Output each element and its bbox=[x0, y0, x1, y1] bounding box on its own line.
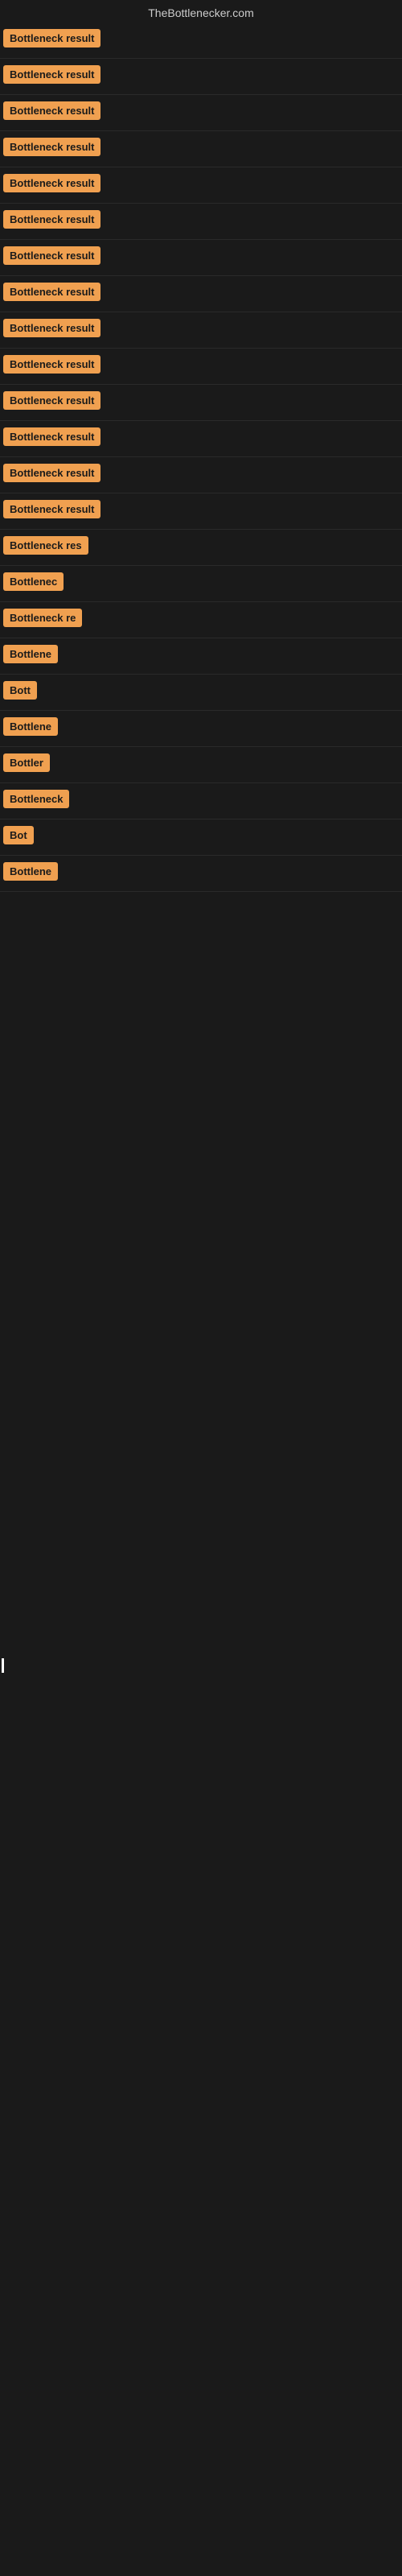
bottleneck-result-tag[interactable]: Bottleneck result bbox=[3, 319, 100, 337]
bottleneck-result-tag[interactable]: Bottler bbox=[3, 753, 50, 772]
result-row[interactable]: Bottleneck result bbox=[0, 240, 402, 276]
result-row[interactable]: Bottleneck result bbox=[0, 421, 402, 457]
trailing-space bbox=[0, 1375, 402, 1858]
result-row[interactable]: Bottleneck result bbox=[0, 493, 402, 530]
result-row[interactable]: Bottlene bbox=[0, 856, 402, 892]
result-row[interactable]: Bottlene bbox=[0, 638, 402, 675]
bottleneck-result-tag[interactable]: Bot bbox=[3, 826, 34, 844]
site-header: TheBottlenecker.com bbox=[0, 0, 402, 23]
result-row[interactable]: Bottleneck result bbox=[0, 349, 402, 385]
bottleneck-result-tag[interactable]: Bottleneck re bbox=[3, 609, 82, 627]
result-row[interactable]: Bottleneck result bbox=[0, 131, 402, 167]
result-row[interactable]: Bottleneck re bbox=[0, 602, 402, 638]
bottleneck-result-tag[interactable]: Bottleneck result bbox=[3, 101, 100, 120]
result-row[interactable]: Bottleneck result bbox=[0, 167, 402, 204]
result-row[interactable]: Bottlenec bbox=[0, 566, 402, 602]
bottleneck-result-tag[interactable]: Bottleneck result bbox=[3, 138, 100, 156]
results-list: Bottleneck result Bottleneck result Bottle… bbox=[0, 23, 402, 892]
result-row[interactable]: Bottleneck result bbox=[0, 457, 402, 493]
bottleneck-result-tag[interactable]: Bottleneck result bbox=[3, 210, 100, 229]
bottleneck-result-tag[interactable]: Bottleneck result bbox=[3, 29, 100, 47]
bottleneck-result-tag[interactable]: Bottleneck result bbox=[3, 174, 100, 192]
bottleneck-result-tag[interactable]: Bottleneck result bbox=[3, 427, 100, 446]
empty-space bbox=[0, 892, 402, 1375]
result-row[interactable]: Bot bbox=[0, 819, 402, 856]
result-row[interactable]: Bottleneck result bbox=[0, 59, 402, 95]
bottleneck-result-tag[interactable]: Bottleneck bbox=[3, 790, 69, 808]
bottleneck-result-tag[interactable]: Bottleneck result bbox=[3, 283, 100, 301]
result-row[interactable]: Bottleneck result bbox=[0, 276, 402, 312]
bottleneck-result-tag[interactable]: Bottlene bbox=[3, 645, 58, 663]
result-row[interactable]: Bottler bbox=[0, 747, 402, 783]
bottleneck-result-tag[interactable]: Bottleneck result bbox=[3, 65, 100, 84]
bottleneck-result-tag[interactable]: Bottlenec bbox=[3, 572, 64, 591]
bottleneck-result-tag[interactable]: Bott bbox=[3, 681, 37, 700]
result-row[interactable]: Bottleneck result bbox=[0, 204, 402, 240]
bottleneck-result-tag[interactable]: Bottleneck result bbox=[3, 500, 100, 518]
bottleneck-result-tag[interactable]: Bottlene bbox=[3, 862, 58, 881]
result-row[interactable]: Bottleneck result bbox=[0, 385, 402, 421]
bottleneck-result-tag[interactable]: Bottleneck res bbox=[3, 536, 88, 555]
bottleneck-result-tag[interactable]: Bottleneck result bbox=[3, 246, 100, 265]
result-row[interactable]: Bottleneck bbox=[0, 783, 402, 819]
result-row[interactable]: Bott bbox=[0, 675, 402, 711]
bottleneck-result-tag[interactable]: Bottleneck result bbox=[3, 355, 100, 374]
result-row[interactable]: Bottleneck res bbox=[0, 530, 402, 566]
result-row[interactable]: Bottleneck result bbox=[0, 23, 402, 59]
bottleneck-result-tag[interactable]: Bottlene bbox=[3, 717, 58, 736]
result-row[interactable]: Bottleneck result bbox=[0, 95, 402, 131]
site-title: TheBottlenecker.com bbox=[148, 6, 254, 19]
bottleneck-result-tag[interactable]: Bottleneck result bbox=[3, 391, 100, 410]
result-row[interactable]: Bottleneck result bbox=[0, 312, 402, 349]
bottleneck-result-tag[interactable]: Bottleneck result bbox=[3, 464, 100, 482]
cursor-indicator bbox=[2, 1658, 4, 1673]
result-row[interactable]: Bottlene bbox=[0, 711, 402, 747]
